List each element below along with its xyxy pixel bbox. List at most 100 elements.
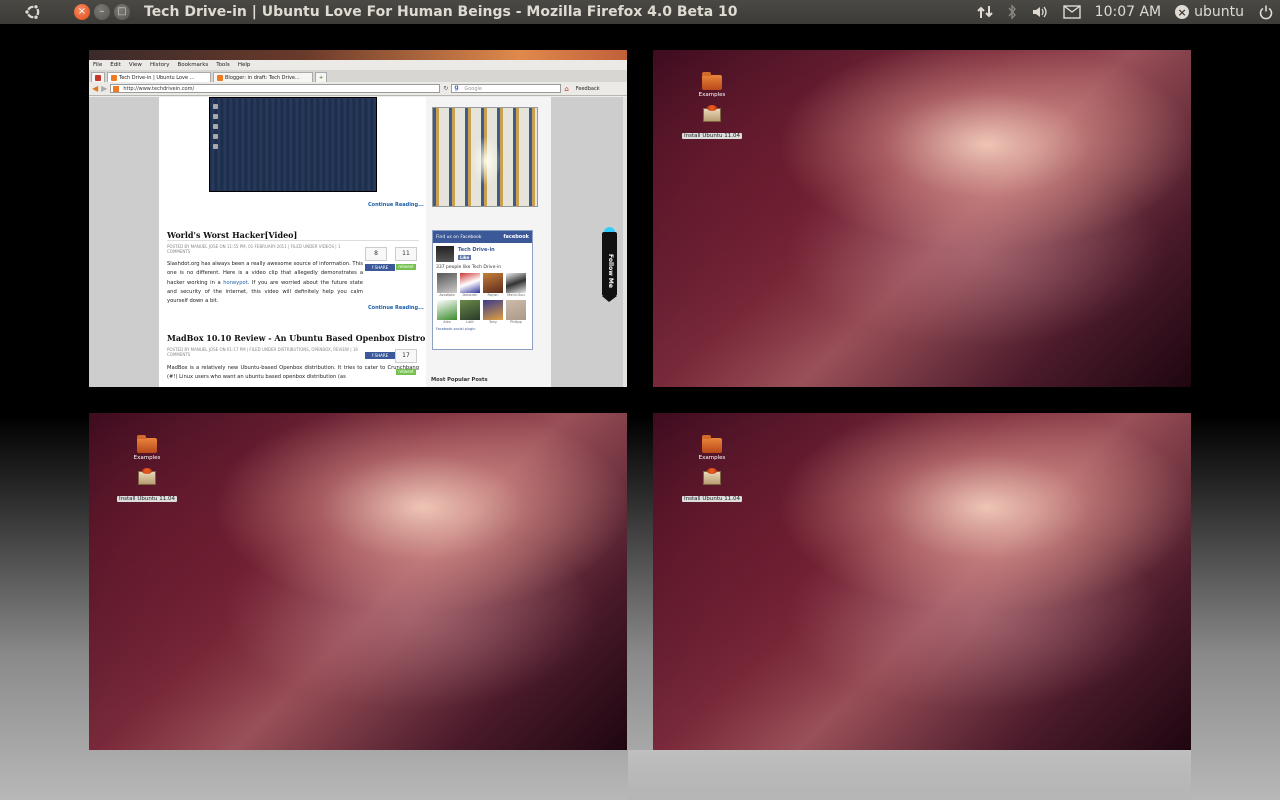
- user-menu[interactable]: × ubuntu: [1175, 4, 1244, 20]
- icon-label: Install Ubuntu 11.04: [682, 496, 742, 502]
- icon-label: Examples: [698, 92, 726, 98]
- warehouse-image[interactable]: [432, 107, 538, 207]
- feedback-button[interactable]: Feedback: [576, 86, 600, 92]
- menu-file[interactable]: File: [93, 62, 102, 68]
- blog-page: Continue Reading... World's Worst Hacker…: [159, 97, 551, 387]
- fb-header-text: Find us on Facebook: [436, 234, 482, 240]
- fb-social-plugin[interactable]: Facebook social plugin: [433, 327, 532, 331]
- icon-label: Install Ubuntu 11.04: [682, 133, 742, 139]
- workspace-4[interactable]: Examples Install Ubuntu 11.04: [653, 413, 1191, 750]
- facebook-share-button[interactable]: f SHARE: [365, 264, 395, 271]
- window-minimize-button[interactable]: –: [94, 4, 110, 20]
- post-title[interactable]: MadBox 10.10 Review - An Ubuntu Based Op…: [167, 333, 425, 343]
- clock[interactable]: 10:07 AM: [1095, 4, 1161, 20]
- fb-like-button[interactable]: Like: [458, 255, 472, 260]
- folder-icon: [137, 435, 157, 453]
- workspace-1[interactable]: File Edit View History Bookmarks Tools H…: [89, 50, 627, 387]
- forward-arrow-icon[interactable]: ▶: [101, 84, 107, 93]
- window-maximize-button[interactable]: □: [114, 4, 130, 20]
- fb-face[interactable]: Mahir-Sou: [506, 273, 526, 297]
- follow-me-label: Follow Me: [607, 254, 614, 288]
- menu-help[interactable]: Help: [238, 62, 251, 68]
- ubuntu-logo-icon[interactable]: [0, 0, 66, 24]
- desktop-icon-examples[interactable]: Examples: [677, 72, 747, 98]
- fb-face[interactable]: Lalit: [460, 300, 480, 324]
- fb-face[interactable]: Avodipta: [437, 273, 457, 297]
- bluetooth-icon[interactable]: [1007, 4, 1017, 20]
- gmail-app-tab[interactable]: [91, 72, 105, 82]
- post-excerpt: Slashdot.org has always been a really aw…: [167, 260, 363, 306]
- reload-icon[interactable]: ↻: [443, 85, 448, 92]
- menu-history[interactable]: History: [150, 62, 170, 68]
- post-meta: POSTED BY MANUEL JOSE ON 01:17 PM | FILE…: [167, 347, 358, 357]
- honeypot-link[interactable]: honeypot: [223, 280, 248, 286]
- share-count: 8: [365, 247, 387, 261]
- blogger-icon: [111, 74, 117, 81]
- scrollbar[interactable]: [623, 97, 627, 387]
- facebook-share-button[interactable]: f SHARE: [365, 352, 395, 359]
- divider: [167, 240, 419, 241]
- workspace-reflection: [628, 750, 1191, 800]
- page-thumbnail: [436, 246, 454, 262]
- post-meta: POSTED BY MANUEL JOSE ON 11:55 PM, 01-FE…: [167, 244, 341, 254]
- window-close-button[interactable]: ×: [74, 4, 90, 20]
- tab-blogger-draft[interactable]: Blogger: in draft: Tech Drive...: [213, 72, 313, 82]
- installer-icon: [138, 468, 156, 485]
- menu-view[interactable]: View: [129, 62, 142, 68]
- menu-bookmarks[interactable]: Bookmarks: [178, 62, 209, 68]
- desktop-icon-install-ubuntu[interactable]: Install Ubuntu 11.04: [112, 468, 182, 504]
- search-input[interactable]: Google: [451, 84, 562, 93]
- mail-icon[interactable]: [1062, 5, 1081, 19]
- installer-icon: [703, 105, 721, 122]
- fb-faces: Avodipta Deborah Rayan Mahir-Sou Alex La…: [433, 270, 532, 327]
- post-title[interactable]: World's Worst Hacker[Video]: [167, 230, 297, 240]
- window-controls: × – □: [74, 4, 130, 20]
- continue-reading-link[interactable]: Continue Reading...: [368, 305, 424, 311]
- share-count: 17: [395, 349, 417, 363]
- folder-icon: [702, 72, 722, 90]
- top-panel: × – □ Tech Drive-in | Ubuntu Love For Hu…: [0, 0, 1280, 24]
- new-tab-button[interactable]: +: [315, 72, 328, 82]
- tab-tech-drive-in[interactable]: Tech Drive-in | Ubuntu Love ...: [107, 72, 211, 82]
- url-bar[interactable]: http://www.techdrivein.com/: [110, 84, 441, 93]
- gmail-icon: [95, 74, 101, 81]
- popular-heading: Most Popular Posts: [431, 377, 488, 383]
- tweet-count: 11: [395, 247, 417, 261]
- volume-icon[interactable]: [1031, 4, 1049, 20]
- menu-edit[interactable]: Edit: [110, 62, 121, 68]
- tab-label: Tech Drive-in | Ubuntu Love ...: [119, 74, 195, 81]
- facebook-like-box: Find us on Facebook facebook Tech Drive-…: [432, 230, 533, 350]
- desktop-icon-examples[interactable]: Examples: [677, 435, 747, 461]
- desktop-icon-install-ubuntu[interactable]: Install Ubuntu 11.04: [677, 105, 747, 141]
- desktop-icon-install-ubuntu[interactable]: Install Ubuntu 11.04: [677, 468, 747, 504]
- menu-tools[interactable]: Tools: [216, 62, 230, 68]
- network-icon[interactable]: [976, 4, 993, 20]
- fb-face[interactable]: Deborah: [460, 273, 480, 297]
- retweet-button[interactable]: retweet: [396, 264, 416, 270]
- web-content[interactable]: Continue Reading... World's Worst Hacker…: [89, 97, 627, 387]
- fb-face[interactable]: Philipp: [506, 300, 526, 324]
- continue-reading-link[interactable]: Continue Reading...: [368, 202, 424, 208]
- fb-face[interactable]: Rayan: [483, 273, 503, 297]
- fb-page: Tech Drive-in Like: [433, 243, 532, 265]
- indicator-area: 10:07 AM × ubuntu: [976, 0, 1274, 24]
- workspace-2[interactable]: Examples Install Ubuntu 11.04: [653, 50, 1191, 387]
- desktop-icon-examples[interactable]: Examples: [112, 435, 182, 461]
- power-icon[interactable]: [1258, 4, 1274, 20]
- firefox-titlebar: [89, 50, 627, 60]
- back-arrow-icon[interactable]: ◀: [92, 84, 98, 93]
- fb-face[interactable]: Tony: [483, 300, 503, 324]
- workspace-3[interactable]: Examples Install Ubuntu 11.04: [89, 413, 627, 750]
- icon-label: Install Ubuntu 11.04: [117, 496, 177, 502]
- user-status-icon: ×: [1175, 5, 1190, 19]
- video-dock: [213, 104, 219, 159]
- firefox-navbar: ◀ ▶ http://www.techdrivein.com/ ↻ Google…: [89, 82, 627, 96]
- follow-me-badge[interactable]: Follow Me: [602, 232, 617, 302]
- tab-label: Blogger: in draft: Tech Drive...: [225, 74, 300, 81]
- installer-icon: [703, 468, 721, 485]
- video-thumbnail[interactable]: [209, 97, 377, 192]
- home-icon[interactable]: ⌂: [564, 85, 568, 93]
- fb-face[interactable]: Alex: [437, 300, 457, 324]
- fb-page-name[interactable]: Tech Drive-in: [458, 247, 495, 253]
- post-excerpt: MadBox is a relatively new Ubuntu-based …: [167, 365, 419, 381]
